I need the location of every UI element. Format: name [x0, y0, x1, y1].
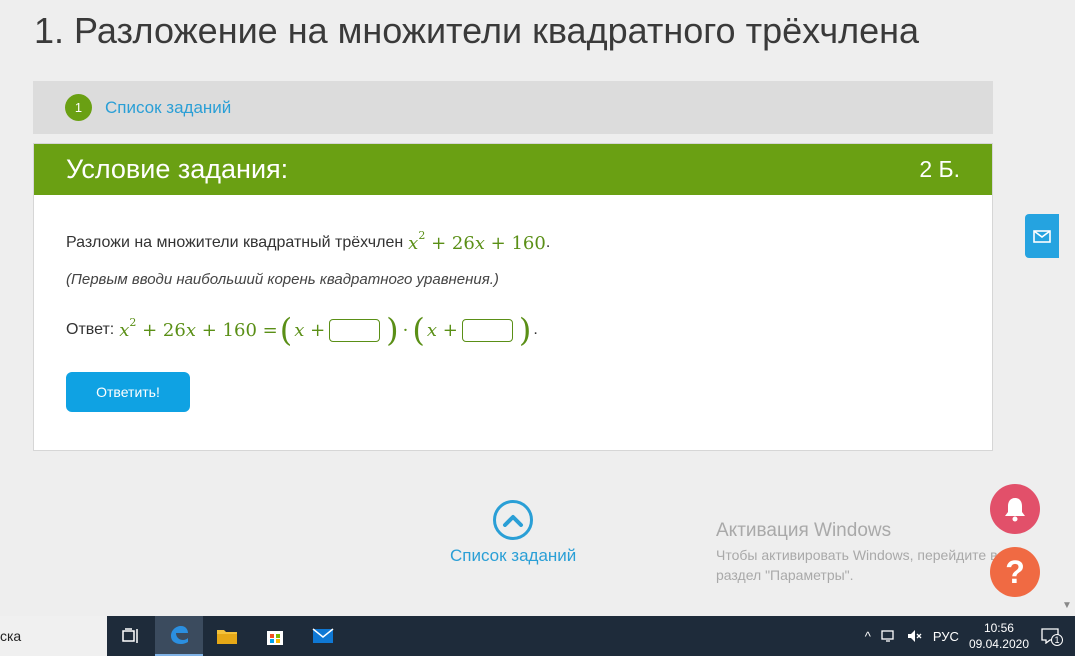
windows-activation-watermark: Активация Windows Чтобы активировать Win…	[716, 520, 998, 585]
factor2-formula: x +	[427, 320, 458, 341]
activation-line-2: раздел "Параметры".	[716, 567, 854, 583]
left-paren: (	[412, 311, 425, 349]
factor1-formula: x +	[294, 320, 325, 341]
var-x: x	[426, 319, 438, 341]
store-icon[interactable]	[251, 616, 299, 656]
exponent: 2	[129, 316, 137, 329]
taskbar-search[interactable]: ска	[0, 616, 107, 656]
task-list-link[interactable]: Список заданий	[105, 98, 231, 118]
answer-input-1[interactable]	[329, 318, 381, 342]
const-term: + 160 =	[201, 320, 278, 341]
bottom-nav: Список заданий	[450, 500, 576, 566]
activation-line-1: Чтобы активировать Windows, перейдите в	[716, 547, 998, 563]
answer-label: Ответ:	[66, 321, 115, 338]
var-x: x	[474, 233, 485, 254]
var-x: x	[294, 319, 305, 341]
exponent: 2	[418, 229, 426, 242]
coef-term: + 26	[431, 233, 475, 254]
activation-title: Активация Windows	[716, 520, 892, 541]
taskbar: ска ^ РУС 10:56 09.04.2020 1	[0, 616, 1075, 656]
task-view-icon[interactable]	[107, 616, 155, 656]
language-indicator[interactable]: РУС	[933, 629, 959, 644]
help-icon[interactable]: ?	[990, 547, 1040, 597]
right-paren: )	[518, 311, 532, 349]
notifications-count: 1	[1051, 634, 1063, 646]
breadcrumb: 1 Список заданий	[33, 81, 993, 134]
task-header-title: Условие задания:	[66, 154, 289, 184]
statement-text: Разложи на множители квадратный трёхчлен	[66, 234, 404, 251]
file-explorer-icon[interactable]	[203, 616, 251, 656]
mail-icon[interactable]	[1025, 214, 1059, 258]
answer-input-2[interactable]	[461, 318, 513, 342]
clock-time: 10:56	[983, 621, 1014, 635]
system-tray: ^ РУС 10:56 09.04.2020 1	[865, 616, 1075, 656]
right-paren: )	[386, 311, 399, 349]
bell-icon[interactable]	[990, 484, 1040, 534]
answer-row: Ответ: x2 + 26x + 160 = ( x + ) · ( x + …	[66, 310, 960, 350]
const-term: + 160	[490, 233, 546, 254]
var-x: x	[185, 320, 196, 341]
clock-date: 09.04.2020	[968, 637, 1029, 651]
step-number-badge[interactable]: 1	[65, 94, 92, 121]
plus-sign: +	[442, 319, 458, 341]
notifications-icon[interactable]: 1	[1041, 628, 1063, 646]
bottom-task-list-link[interactable]: Список заданий	[450, 546, 576, 566]
task-header: Условие задания: 2 Б.	[34, 144, 992, 195]
chevron-up-tray-icon[interactable]: ^	[865, 629, 871, 644]
clock[interactable]: 10:56 09.04.2020	[969, 620, 1029, 652]
coef-term: + 26	[142, 320, 186, 341]
network-icon[interactable]	[881, 629, 897, 643]
answer-lhs-formula: x2 + 26x + 160 =	[119, 316, 278, 341]
polynomial-formula: x2 + 26x + 160	[408, 229, 546, 254]
page-title: 1. Разложение на множители квадратного т…	[34, 10, 920, 51]
var-x: x	[119, 320, 130, 341]
task-points: 2 Б.	[919, 156, 960, 182]
task-card: Условие задания: 2 Б. Разложи на множите…	[33, 143, 993, 451]
left-paren: (	[279, 311, 293, 349]
submit-answer-button[interactable]: Ответить!	[66, 372, 190, 412]
task-statement: Разложи на множители квадратный трёхчлен…	[66, 229, 960, 255]
var-x: x	[408, 233, 419, 254]
task-hint: (Первым вводи наибольший корень квадратн…	[66, 271, 499, 288]
answer-period: .	[533, 321, 538, 338]
chevron-up-icon[interactable]	[493, 500, 533, 540]
volume-muted-icon[interactable]	[907, 629, 923, 643]
multiply-dot: ·	[402, 319, 409, 341]
plus-sign: +	[310, 319, 326, 341]
scroll-down-arrow-icon[interactable]: ▼	[1062, 600, 1072, 611]
statement-period: .	[545, 234, 551, 251]
edge-browser-icon[interactable]	[155, 616, 203, 656]
mail-app-icon[interactable]	[299, 616, 347, 656]
